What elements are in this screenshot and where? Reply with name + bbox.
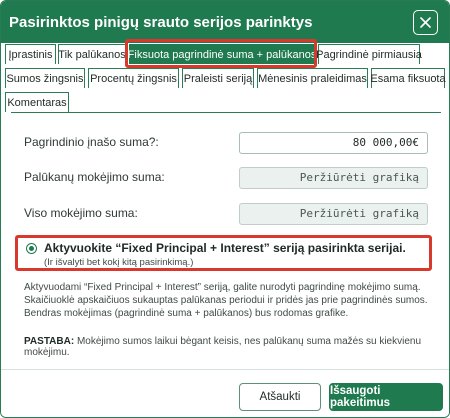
tab-content-border: [11, 112, 441, 113]
dialog-footer: Atšaukti Išsaugoti pakeitimus: [1, 369, 449, 417]
principal-row: Pagrindinio įnašo suma?: 80 000,00€: [24, 132, 428, 154]
save-changes-button[interactable]: Išsaugoti pakeitimus: [329, 383, 443, 411]
tab-pagrindine-pirmiausia[interactable]: Pagrindinė pirmiausia: [316, 44, 422, 64]
activate-series-subtitle: (Ir išvalyti bet kokį kitą pasirinkimą.): [44, 257, 194, 268]
tab-procentu-zingsnis[interactable]: Procentų žingsnis: [88, 68, 179, 88]
tab-menesinis-praleidimas[interactable]: Mėnesinis praleidimas: [257, 68, 368, 88]
dialog: Pasirinktos pinigų srauto serijos parink…: [0, 0, 450, 418]
description-text: Aktyvuodami “Fixed Principal + Interest”…: [24, 282, 428, 319]
interest-row: Palūkanų mokėjimo suma: Peržiūrėti grafi…: [24, 167, 428, 189]
radio-selected-dot: [29, 246, 34, 251]
activate-series-radio[interactable]: [26, 243, 37, 254]
total-amount-field: Peržiūrėti grafiką: [239, 203, 428, 225]
dialog-titlebar: Pasirinktos pinigų srauto serijos parink…: [1, 1, 449, 43]
interest-label: Palūkanų mokėjimo suma:: [24, 170, 165, 184]
total-label: Viso mokėjimo suma:: [24, 206, 138, 220]
note-label: PASTABA:: [24, 336, 75, 347]
tab-komentaras[interactable]: Komentaras: [5, 92, 69, 112]
tab-praleisti-serija[interactable]: Praleisti seriją: [182, 68, 254, 88]
principal-amount-input[interactable]: 80 000,00€: [239, 132, 428, 154]
active-tab-highlight: [125, 39, 317, 68]
cancel-button[interactable]: Atšaukti: [239, 383, 321, 411]
close-button[interactable]: [413, 10, 438, 35]
note-text: PASTABA: Mokėjimo sumos laikui bėgant ke…: [24, 336, 429, 358]
activate-series-title: Aktyvuokite “Fixed Principal + Interest”…: [44, 241, 406, 255]
tab-esama-fiksuota[interactable]: Esama fiksuota: [370, 68, 446, 88]
tab-tik-palukanos[interactable]: Tik palūkanos: [58, 44, 126, 64]
tab-sumos-zingsnis[interactable]: Sumos žingsnis: [5, 68, 85, 88]
dialog-title: Pasirinktos pinigų srauto serijos parink…: [9, 13, 313, 31]
activate-series-option[interactable]: Aktyvuokite “Fixed Principal + Interest”…: [15, 235, 432, 271]
close-icon: [420, 17, 431, 28]
tab-iprastinis[interactable]: Įprastinis: [5, 44, 56, 64]
principal-label: Pagrindinio įnašo suma?:: [24, 135, 159, 149]
note-body: Mokėjimo sumos laikui bėgant keisis, nes…: [24, 336, 422, 358]
interest-amount-field: Peržiūrėti grafiką: [239, 167, 428, 189]
total-row: Viso mokėjimo suma: Peržiūrėti grafiką: [24, 203, 428, 225]
